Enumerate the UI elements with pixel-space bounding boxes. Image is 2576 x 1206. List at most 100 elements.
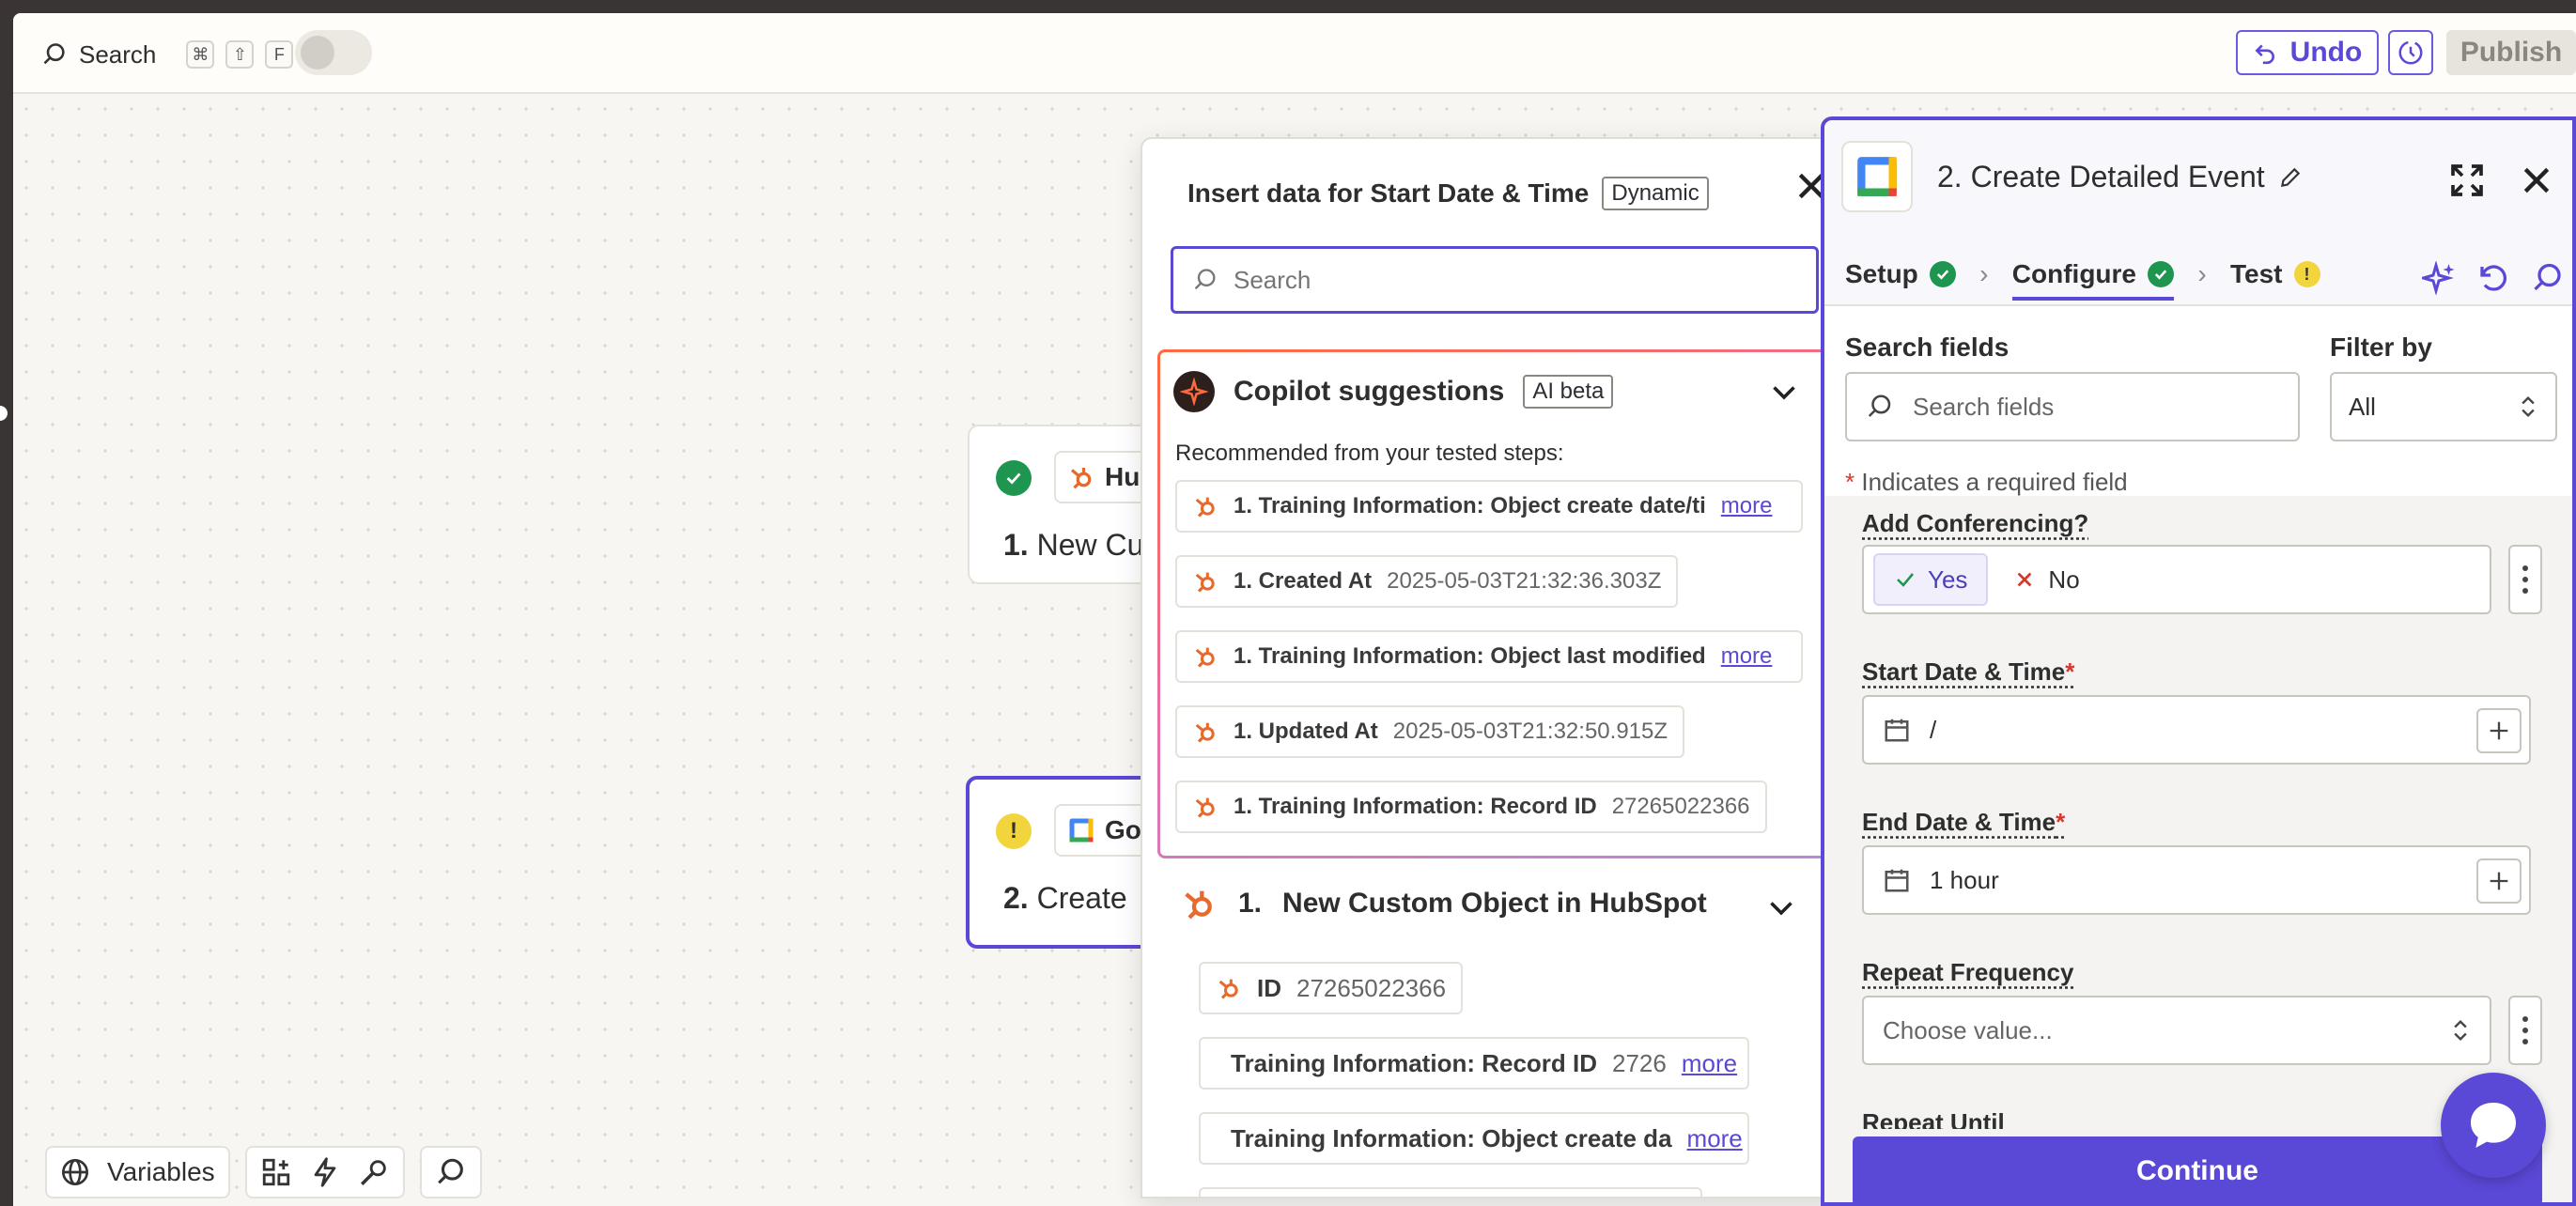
yes-label: Yes bbox=[1928, 564, 1968, 594]
chevron-down-icon[interactable] bbox=[1767, 375, 1801, 409]
more-link[interactable]: more bbox=[1687, 1124, 1743, 1153]
suggestion-item[interactable]: 1. Created At 2025-05-03T21:32:36.303Z bbox=[1175, 555, 1679, 608]
step-node-action[interactable]: ! Go 2. Create bbox=[966, 776, 1176, 949]
app-chip-label: Go bbox=[1105, 815, 1141, 844]
required-star: * bbox=[2056, 808, 2066, 836]
search-icon bbox=[437, 1158, 463, 1184]
ai-beta-badge: AI beta bbox=[1523, 375, 1614, 409]
search-icon bbox=[1194, 269, 1216, 290]
suggestion-item[interactable]: 1. Updated At 2025-05-03T21:32:50.915Z bbox=[1175, 705, 1685, 758]
publish-button[interactable]: Publish bbox=[2446, 30, 2576, 75]
panel-title[interactable]: 2. Create Detailed Event bbox=[1937, 160, 2303, 194]
end-date-label: End Date & Time* bbox=[1862, 808, 2065, 837]
refresh-icon[interactable] bbox=[2476, 261, 2510, 295]
hubspot-icon bbox=[1195, 572, 1215, 593]
repeat-frequency-select[interactable]: Choose value... bbox=[1862, 996, 2491, 1065]
calendar-icon bbox=[1885, 869, 1909, 892]
version-history-button[interactable] bbox=[2388, 30, 2433, 75]
pencil-icon[interactable] bbox=[2278, 165, 2303, 190]
step-node-trigger[interactable]: Hu 1. New Cu bbox=[968, 425, 1176, 584]
warning-icon: ! bbox=[2293, 261, 2320, 287]
panel-body: Search fields Filter by Search fields Al… bbox=[1824, 308, 2572, 1202]
search-fields-label: Search fields bbox=[1845, 332, 2010, 362]
suggestion-item[interactable]: 1. Training Information: Record ID 27265… bbox=[1175, 781, 1767, 833]
variables-button[interactable]: Variables bbox=[45, 1146, 230, 1198]
copilot-header[interactable]: Copilot suggestions AI beta bbox=[1173, 371, 1614, 412]
tab-configure[interactable]: Configure bbox=[2011, 248, 2175, 301]
plus-icon[interactable] bbox=[2476, 858, 2522, 904]
chat-icon bbox=[2471, 1103, 2516, 1148]
more-link[interactable]: more bbox=[1721, 643, 1773, 670]
more-options-button[interactable] bbox=[2508, 545, 2542, 614]
data-item[interactable]: Training Information: Record ID 2726 mor… bbox=[1199, 1037, 1749, 1090]
suggestion-label: 1. Created At bbox=[1234, 568, 1373, 594]
chevron-updown-icon bbox=[2454, 1020, 2467, 1041]
filter-by-label: Filter by bbox=[2330, 332, 2432, 362]
suggestion-item[interactable]: 1. Training Information: Object last mod… bbox=[1175, 630, 1803, 683]
canvas-search-button[interactable]: Search ⌘ ⇧ F bbox=[41, 36, 294, 73]
data-search-input[interactable] bbox=[1234, 265, 1797, 295]
conferencing-toggle: Yes No bbox=[1862, 545, 2491, 614]
tab-test[interactable]: Test ! bbox=[2230, 248, 2320, 301]
globe-icon bbox=[62, 1159, 88, 1185]
filter-select[interactable]: All bbox=[2330, 372, 2557, 441]
search-fields-input[interactable]: Search fields bbox=[1845, 372, 2300, 441]
tab-setup[interactable]: Setup bbox=[1845, 248, 1956, 301]
chat-bubble-button[interactable] bbox=[2441, 1073, 2546, 1178]
close-icon[interactable] bbox=[2518, 162, 2555, 199]
step-number: 1. bbox=[1003, 528, 1029, 562]
required-star: * bbox=[1845, 468, 1855, 496]
data-item[interactable] bbox=[1199, 1187, 1702, 1197]
wrench-icon[interactable] bbox=[358, 1156, 390, 1188]
sparkle-icon[interactable] bbox=[2422, 261, 2456, 295]
lightning-icon[interactable] bbox=[309, 1156, 341, 1188]
canvas-search-tool[interactable] bbox=[419, 1146, 482, 1198]
start-date-label: Start Date & Time* bbox=[1862, 657, 2074, 687]
google-calendar-icon bbox=[1069, 818, 1094, 843]
chevron-down-icon[interactable] bbox=[1764, 890, 1798, 924]
warning-icon: ! bbox=[996, 813, 1032, 849]
required-note-text: Indicates a required field bbox=[1861, 468, 2128, 496]
start-date-label-text: Start Date & Time bbox=[1862, 657, 2066, 686]
x-icon bbox=[2018, 572, 2032, 587]
check-icon bbox=[2148, 261, 2174, 287]
dynamic-badge: Dynamic bbox=[1602, 177, 1709, 210]
step-section-number: 1. bbox=[1238, 888, 1263, 919]
yes-option[interactable]: Yes bbox=[1873, 553, 1989, 606]
chevron-updown-icon bbox=[2522, 396, 2535, 417]
start-date-input[interactable]: / bbox=[1862, 695, 2531, 765]
search-fields-placeholder: Search fields bbox=[1913, 392, 2055, 421]
undo-button[interactable]: Undo bbox=[2236, 30, 2379, 75]
more-link[interactable]: more bbox=[1721, 493, 1773, 519]
data-item[interactable]: ID 27265022366 bbox=[1199, 962, 1464, 1014]
step-data-section-header[interactable]: 1. New Custom Object in HubSpot bbox=[1180, 885, 1707, 922]
copilot-title: Copilot suggestions bbox=[1234, 376, 1505, 407]
hubspot-icon bbox=[1070, 468, 1092, 489]
suggestion-label: 1. Updated At bbox=[1234, 719, 1378, 744]
more-link[interactable]: more bbox=[1682, 1049, 1737, 1078]
start-date-value: / bbox=[1930, 715, 1937, 744]
shortcut-key-shift: ⇧ bbox=[225, 40, 255, 69]
end-date-input[interactable]: 1 hour bbox=[1862, 845, 2531, 915]
suggestion-item[interactable]: 1. Training Information: Object create d… bbox=[1175, 480, 1803, 533]
continue-button[interactable]: Continue bbox=[1853, 1136, 2542, 1202]
chevron-right-icon: › bbox=[1979, 259, 1989, 288]
expand-icon[interactable] bbox=[2448, 162, 2486, 199]
data-search-field[interactable] bbox=[1171, 246, 1819, 314]
plus-icon[interactable] bbox=[2476, 708, 2522, 753]
add-apps-icon[interactable] bbox=[260, 1156, 292, 1188]
undo-label: Undo bbox=[2289, 37, 2363, 68]
no-option[interactable]: No bbox=[2003, 565, 2090, 595]
mode-toggle[interactable] bbox=[295, 30, 372, 75]
copilot-subtitle: Recommended from your tested steps: bbox=[1175, 441, 1564, 466]
top-toolbar: Search ⌘ ⇧ F Undo Publish bbox=[13, 13, 2576, 94]
more-options-button[interactable] bbox=[2508, 996, 2542, 1065]
repeat-frequency-label: Repeat Frequency bbox=[1862, 958, 2074, 986]
data-item[interactable]: Training Information: Object create da m… bbox=[1199, 1112, 1749, 1165]
search-icon bbox=[43, 43, 65, 65]
search-label: Search bbox=[79, 39, 157, 69]
hubspot-icon bbox=[1185, 890, 1212, 920]
suggestion-label: 1. Training Information: Object create d… bbox=[1234, 493, 1706, 518]
end-date-label-text: End Date & Time bbox=[1862, 808, 2056, 836]
search-icon[interactable] bbox=[2531, 261, 2565, 295]
